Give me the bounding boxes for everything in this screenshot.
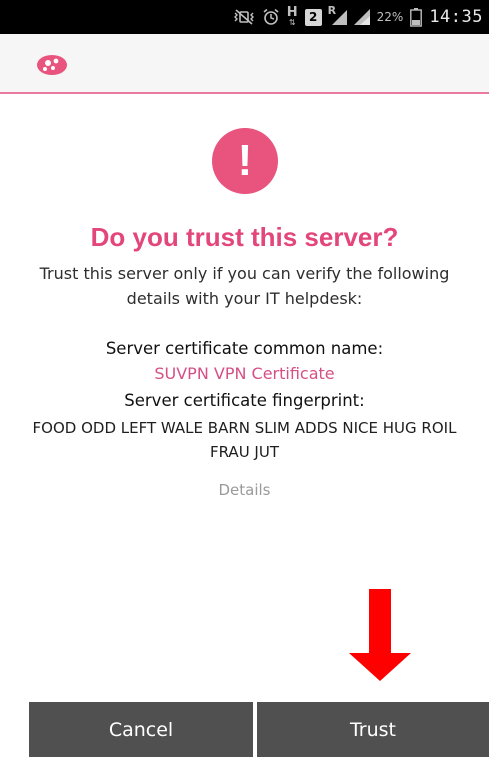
alarm-icon [262, 8, 280, 26]
exclamation-icon: ! [212, 128, 278, 194]
fingerprint-label: Server certificate fingerprint: [124, 391, 365, 410]
roaming-signal-icon: R [328, 5, 347, 25]
roaming-label: R [327, 4, 337, 17]
trust-button[interactable]: Trust [257, 702, 489, 757]
sim2-icon: 2 [304, 8, 322, 26]
details-link[interactable]: Details [0, 481, 489, 499]
dialog-title: Do you trust this server? [90, 222, 399, 252]
common-name-label: Server certificate common name: [105, 339, 384, 358]
app-logo-icon [36, 52, 68, 76]
red-down-arrow-icon [349, 589, 411, 681]
battery-percent: 22% [376, 10, 404, 24]
h-signal-icon: H ⇅ [286, 5, 298, 27]
mute-vibrate-icon [233, 9, 255, 25]
common-name-value: SUVPN VPN Certificate [154, 364, 335, 383]
battery-icon [410, 7, 423, 27]
app-bar [0, 34, 489, 94]
status-time: 14:35 [429, 7, 483, 27]
status-icons: H ⇅ 2 R 22% 14:35 [233, 0, 483, 34]
signal-icon [353, 9, 370, 25]
cancel-button[interactable]: Cancel [29, 702, 253, 757]
fingerprint-value: FOOD ODD LEFT WALE BARN SLIM ADDS NICE H… [32, 419, 457, 461]
dialog-subtitle: Trust this server only if you can verify… [39, 264, 450, 308]
exclamation-mark: ! [237, 136, 253, 185]
status-bar: H ⇅ 2 R 22% 14:35 [0, 0, 489, 34]
